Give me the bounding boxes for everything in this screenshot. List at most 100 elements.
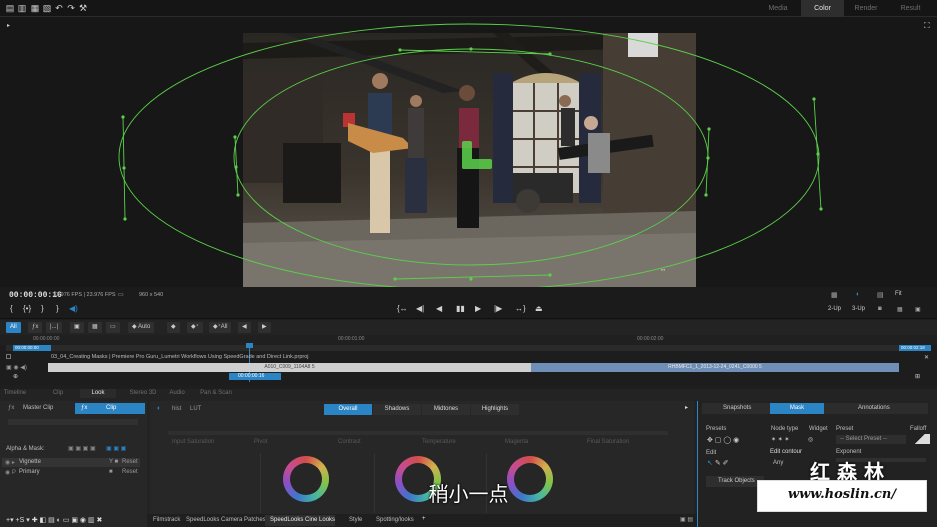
keyframe-button[interactable]: ◆ [167, 322, 180, 333]
histogram-icon[interactable]: hist [172, 406, 181, 412]
step-forward-icon[interactable]: |▶ [494, 304, 502, 314]
view-2up[interactable]: 2-Up [828, 306, 841, 312]
tab-filmstrack[interactable]: Filmstrack [153, 517, 180, 523]
tab-speedlooks-camera[interactable]: SpeedLooks Camera Patches [186, 517, 266, 523]
tab-snapshots[interactable]: Snapshots [723, 405, 751, 411]
widget-icon[interactable]: ◎ [808, 436, 813, 443]
tab-timeline[interactable]: Timeline [0, 389, 30, 398]
layer-tool-icons[interactable]: +▾ +S ▾ ✚ ◧ ▤ ◐ ▭ ▣ ◉ ▥ ✖ [6, 516, 102, 524]
tab-media[interactable]: Media [756, 0, 800, 17]
export-icon[interactable]: ▧ [42, 3, 52, 13]
zoom-in-icon[interactable]: ⊕ [13, 373, 18, 380]
layer-row-vignette[interactable]: ◉ ▸ Vignette Y ■ Reset [2, 458, 140, 467]
add-tab-icon[interactable]: + [422, 516, 426, 522]
save-as-icon[interactable]: ▦ [30, 3, 40, 13]
go-to-out-icon[interactable]: ↔} [515, 304, 526, 314]
open-folder-icon[interactable]: ▤ [5, 3, 15, 13]
layer-flags[interactable]: Y ■ [109, 459, 118, 465]
wrench-icon[interactable]: ⚒ [78, 3, 88, 13]
tab-result[interactable]: Result [888, 0, 933, 17]
layer-row-primary[interactable]: ◉ P Primary ■ Reset [2, 468, 140, 477]
tab-speedlooks-cine[interactable]: SpeedLooks Cine Looks [265, 515, 335, 526]
overlay-icon[interactable]: ▦ [831, 291, 838, 299]
close-icon[interactable]: ✕ [924, 354, 929, 361]
go-to-in-icon[interactable]: {↔ [397, 304, 408, 314]
step-back-icon[interactable]: ◀| [416, 304, 424, 314]
mark-in-icon[interactable]: { [10, 304, 13, 314]
range-button[interactable]: |...| [46, 322, 63, 333]
all-keyframes-button[interactable]: ◆⁺All [209, 322, 232, 333]
loop-icon[interactable]: ⏏ [535, 304, 543, 314]
play-reverse-icon[interactable]: ◀ [436, 304, 442, 314]
lock-icon[interactable]: ▣ [70, 322, 84, 333]
reset-link[interactable]: Reset [122, 459, 138, 465]
auto-button[interactable]: ◆ Auto [128, 322, 155, 333]
timeline[interactable]: 00:00:00:00 00:00:01:00 00:00:02:00 00:0… [0, 335, 937, 385]
work-area-bar[interactable]: 00:00:00:00 00:00:02:18 [6, 345, 931, 351]
eye-icon[interactable]: ◉ ▸ [5, 459, 15, 466]
tab-render[interactable]: Render [845, 0, 887, 17]
shape-tools-icons[interactable]: ✥ ▢ ◯ ◉ [707, 436, 739, 444]
tab-stereo-3d[interactable]: Stereo 3D [120, 389, 166, 398]
tab-shadows[interactable]: Shadows [373, 404, 421, 415]
zoom-select[interactable]: Fit [895, 291, 902, 297]
tab-clip[interactable]: Clip [44, 389, 72, 398]
filter-button[interactable]: ƒx [28, 322, 43, 333]
track-toggle[interactable] [6, 354, 11, 359]
tab-overall[interactable]: Overall [324, 404, 372, 415]
track-options-icon[interactable]: ⊞ [915, 373, 920, 380]
wipe-icon[interactable]: ▣ [915, 306, 921, 313]
undo-icon[interactable]: ↶ [54, 3, 64, 13]
mark-out2-icon[interactable]: } [56, 304, 59, 314]
crop-button[interactable]: ▭ [106, 322, 120, 333]
play-icon[interactable]: ▶ [475, 304, 481, 314]
stop-icon[interactable]: ▮▮ [456, 304, 465, 314]
node-type-icons[interactable]: ✶ ✶ ✶ [771, 436, 789, 443]
all-button[interactable]: All [6, 322, 21, 333]
tab-midtones[interactable]: Midtones [422, 404, 470, 415]
view-toggle-icon[interactable]: ▣ ▤ [680, 516, 693, 523]
lut-icon[interactable]: LUT [190, 406, 201, 412]
reset-link[interactable]: Reset [122, 469, 138, 475]
time-ruler[interactable]: 00:00:00:00 00:00:01:00 00:00:02:00 [0, 335, 937, 345]
tab-mask[interactable]: Mask [770, 403, 824, 414]
mark-out-icon[interactable]: } [41, 304, 44, 314]
tab-spotting[interactable]: Spotting/looks [376, 517, 414, 523]
tab-look[interactable]: Look [80, 389, 116, 398]
save-icon[interactable]: ▥ [17, 3, 27, 13]
clip-b[interactable]: RHBMFC1_1_2013-12-24_0241_C0000 5 [531, 363, 899, 372]
search-bar[interactable] [8, 419, 138, 425]
preset-select[interactable]: -- Select Preset -- [836, 435, 906, 444]
falloff-swatch[interactable] [910, 434, 930, 444]
layer-flags[interactable]: ■ [109, 469, 113, 475]
compare-icon[interactable]: ▦ [897, 306, 903, 313]
tab-annotations[interactable]: Annotations [858, 405, 890, 411]
tab-audio[interactable]: Audio [163, 389, 191, 398]
clip-a[interactable]: A010_C009_1104A8 5 [48, 363, 531, 372]
grid-button[interactable]: ▦ [88, 322, 102, 333]
mark-clip-icon[interactable]: {•} [23, 304, 31, 314]
tab-color[interactable]: Color [801, 0, 844, 17]
mask-overlay[interactable] [0, 17, 937, 287]
clip-tab[interactable]: ƒx Clip [75, 403, 145, 414]
tab-pan-scan[interactable]: Pan & Scan [196, 389, 236, 398]
tab-style[interactable]: Style [349, 517, 362, 523]
grid-icon[interactable]: ▤ [877, 291, 884, 299]
slider-track[interactable] [168, 431, 668, 435]
track-lock-icon[interactable]: ▣ ◉ ◀) [6, 364, 27, 371]
master-clip-tab[interactable]: Master Clip [23, 405, 53, 411]
expand-arrow-icon[interactable]: ▸ [685, 404, 688, 411]
playhead-handle[interactable] [246, 343, 253, 348]
add-keyframe-button[interactable]: ◆⁺ [187, 322, 203, 333]
redo-icon[interactable]: ↷ [66, 3, 76, 13]
next-keyframe-icon[interactable]: ▶ [258, 322, 271, 333]
mask-mode-icons[interactable]: ▣ ▣ ▣ ▣ [68, 445, 96, 452]
eye-icon[interactable]: ◉ P [5, 469, 16, 476]
tab-highlights[interactable]: Highlights [471, 404, 519, 415]
scope-icon[interactable]: ◐ [856, 291, 860, 298]
edit-tools-icons[interactable]: ↖ ✎ ✐ [707, 459, 729, 467]
alpha-icons[interactable]: ▣ ▣ ▣ [106, 445, 126, 452]
view-3up[interactable]: 3-Up [852, 306, 865, 312]
prev-keyframe-icon[interactable]: ◀ [238, 322, 251, 333]
snapshot-icon[interactable]: ◙ [878, 306, 882, 312]
